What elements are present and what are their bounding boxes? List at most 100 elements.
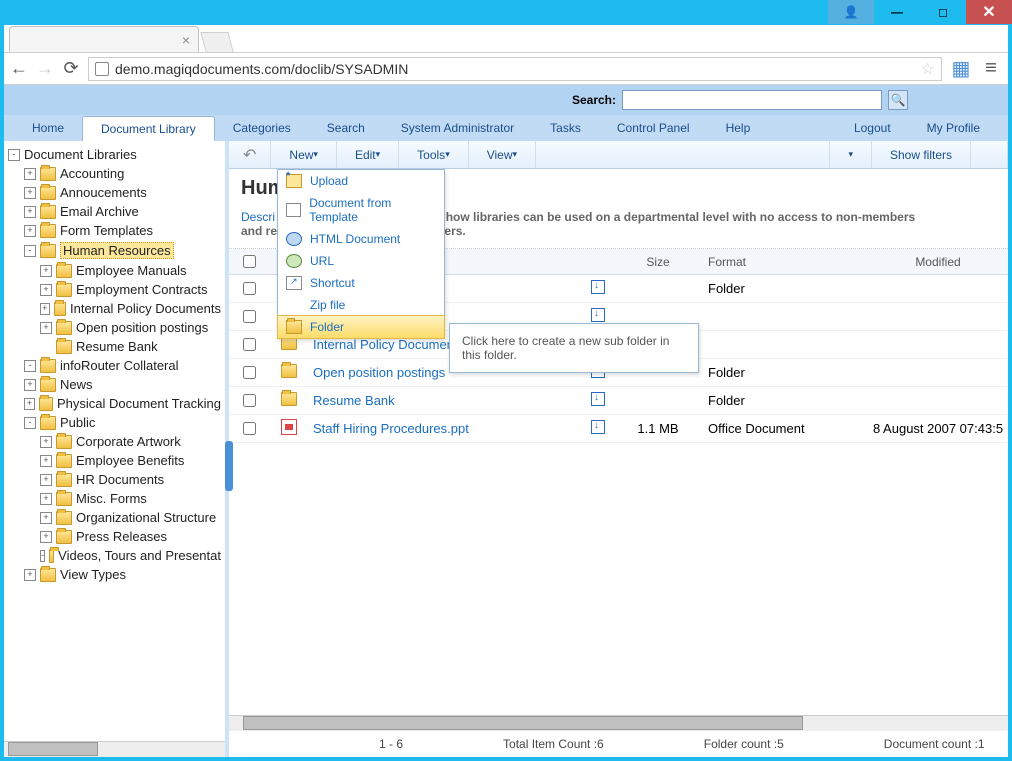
dd-upload[interactable]: Upload: [278, 170, 444, 192]
tab-document-library[interactable]: Document Library: [82, 116, 215, 141]
content-scrollbar[interactable]: [229, 715, 1008, 731]
dd-shortcut[interactable]: Shortcut: [278, 272, 444, 294]
col-modified[interactable]: Modified: [868, 255, 1008, 269]
row-checkbox[interactable]: [243, 310, 256, 323]
dd-doc-template[interactable]: Document from Template: [278, 192, 444, 228]
tree-item[interactable]: +Organizational Structure: [4, 508, 225, 527]
upload-icon: [286, 174, 302, 188]
bookmark-icon[interactable]: ☆: [921, 59, 935, 79]
select-all-checkbox[interactable]: [243, 255, 256, 268]
row-checkbox[interactable]: [243, 366, 256, 379]
dd-folder[interactable]: Folder: [277, 315, 445, 339]
tree-item[interactable]: -Public: [4, 413, 225, 432]
folder-icon: [40, 244, 56, 258]
row-checkbox[interactable]: [243, 422, 256, 435]
row-name[interactable]: Resume Bank: [313, 393, 395, 408]
tree-item[interactable]: -infoRouter Collateral: [4, 356, 225, 375]
tab-home[interactable]: Home: [14, 116, 82, 140]
row-checkbox[interactable]: [243, 282, 256, 295]
tree-item[interactable]: +News: [4, 375, 225, 394]
tab-sysadmin[interactable]: System Administrator: [383, 116, 532, 140]
folder-icon: [56, 321, 72, 335]
back-icon[interactable]: ←: [10, 60, 28, 78]
download-icon[interactable]: [591, 308, 605, 322]
tree-item[interactable]: +Misc. Forms: [4, 489, 225, 508]
toolbar-new[interactable]: New: [271, 141, 337, 168]
tree-item[interactable]: +HR Documents: [4, 470, 225, 489]
row-checkbox[interactable]: [243, 394, 256, 407]
toolbar-showfilters[interactable]: Show filters: [872, 141, 971, 168]
folder-icon: [40, 167, 56, 181]
tree-item[interactable]: +Annoucements: [4, 183, 225, 202]
url-input[interactable]: demo.magiqdocuments.com/doclib/SYSADMIN …: [88, 57, 942, 81]
sidebar-resize-handle[interactable]: [225, 441, 233, 491]
new-tab-button[interactable]: [200, 32, 233, 52]
folder-tooltip: Click here to create a new sub folder in…: [449, 323, 699, 373]
tab-myprofile[interactable]: My Profile: [909, 116, 998, 140]
tab-tasks[interactable]: Tasks: [532, 116, 599, 140]
folder-icon: [56, 473, 72, 487]
tree-item[interactable]: +Accounting: [4, 164, 225, 183]
toolbar-dropdown[interactable]: [829, 141, 872, 168]
tree-item[interactable]: -Human Resources: [4, 240, 225, 261]
reload-icon[interactable]: ⟳: [62, 60, 80, 78]
row-checkbox[interactable]: [243, 338, 256, 351]
folder-icon: [40, 416, 56, 430]
close-button[interactable]: ✕: [966, 0, 1012, 24]
folder-icon: [40, 205, 56, 219]
tab-close-icon[interactable]: ×: [182, 32, 190, 48]
row-name[interactable]: Open position postings: [313, 365, 445, 380]
col-format[interactable]: Format: [698, 255, 868, 269]
tree-item[interactable]: Resume Bank: [4, 337, 225, 356]
tab-control-panel[interactable]: Control Panel: [599, 116, 708, 140]
status-folders: Folder count :5: [704, 737, 784, 751]
table-row[interactable]: Resume BankFolder: [229, 387, 1008, 415]
folder-icon: [56, 454, 72, 468]
maximize-button[interactable]: ◻: [920, 0, 966, 24]
extension-icon[interactable]: ▦: [950, 58, 972, 80]
download-icon[interactable]: [591, 392, 605, 406]
user-icon[interactable]: 👤: [828, 0, 874, 24]
tree-item[interactable]: +Employment Contracts: [4, 280, 225, 299]
tree-item[interactable]: +Corporate Artwork: [4, 432, 225, 451]
tree-item[interactable]: +Internal Policy Documents: [4, 299, 225, 318]
tree-item[interactable]: +Physical Document Tracking: [4, 394, 225, 413]
toolbar-back[interactable]: ↶: [229, 141, 271, 168]
tab-logout[interactable]: Logout: [836, 116, 909, 140]
status-bar: 1 - 6 Total Item Count :6 Folder count :…: [229, 731, 1008, 757]
tree-item[interactable]: +Form Templates: [4, 221, 225, 240]
tree-item[interactable]: +Open position postings: [4, 318, 225, 337]
tree-item[interactable]: +Press Releases: [4, 527, 225, 546]
dd-html[interactable]: HTML Document: [278, 228, 444, 250]
tree-item[interactable]: +Employee Benefits: [4, 451, 225, 470]
folder-icon: [54, 302, 66, 316]
tab-help[interactable]: Help: [708, 116, 769, 140]
download-icon[interactable]: [591, 420, 605, 434]
tree-root[interactable]: -Document Libraries: [4, 145, 225, 164]
folder-icon: [40, 186, 56, 200]
minimize-button[interactable]: —: [874, 0, 920, 24]
table-row[interactable]: Staff Hiring Procedures.ppt1.1 MBOffice …: [229, 415, 1008, 443]
row-name[interactable]: Staff Hiring Procedures.ppt: [313, 421, 469, 436]
toolbar-extra[interactable]: [971, 141, 1008, 168]
tree-item[interactable]: +Employee Manuals: [4, 261, 225, 280]
row-name[interactable]: Internal Policy Document: [313, 337, 458, 352]
toolbar-tools[interactable]: Tools: [399, 141, 469, 168]
tree-item[interactable]: +Email Archive: [4, 202, 225, 221]
tab-categories[interactable]: Categories: [215, 116, 309, 140]
search-input[interactable]: [622, 90, 882, 110]
folder-icon: [40, 359, 56, 373]
toolbar-view[interactable]: View: [469, 141, 536, 168]
menu-icon[interactable]: ≡: [980, 58, 1002, 80]
browser-tab[interactable]: ×: [9, 26, 199, 52]
col-size[interactable]: Size: [618, 255, 698, 269]
toolbar-edit[interactable]: Edit: [337, 141, 399, 168]
dd-zip[interactable]: Zip file: [278, 294, 444, 316]
download-icon[interactable]: [591, 280, 605, 294]
tab-search[interactable]: Search: [309, 116, 383, 140]
sidebar-scrollbar[interactable]: [4, 741, 225, 757]
dd-url[interactable]: URL: [278, 250, 444, 272]
search-button[interactable]: 🔍: [888, 90, 908, 110]
tree-item[interactable]: +View Types: [4, 565, 225, 584]
tree-item[interactable]: -Videos, Tours and Presentat: [4, 546, 225, 565]
